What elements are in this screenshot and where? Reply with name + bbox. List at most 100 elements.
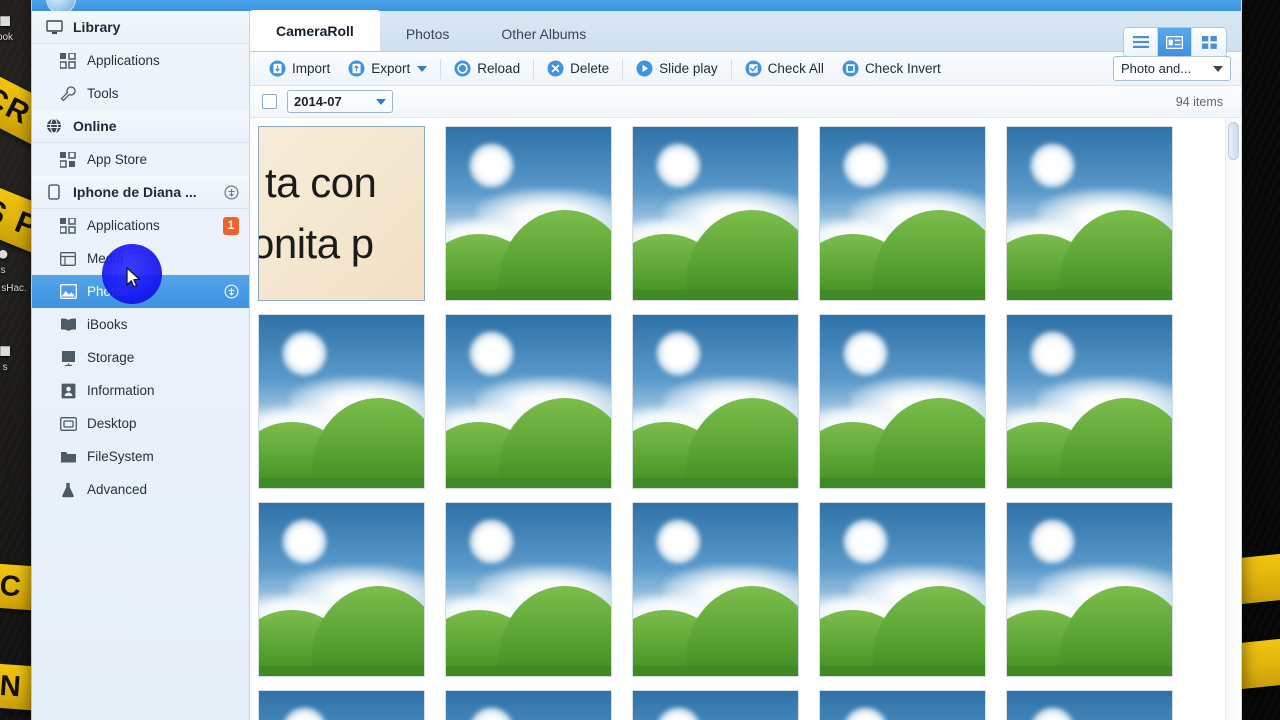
sidebar-group-online[interactable]: Online	[32, 110, 249, 143]
sun-shape	[843, 518, 888, 564]
photo-thumbnail[interactable]: ta con onita p	[258, 126, 425, 301]
check-invert-button[interactable]: Check Invert	[833, 56, 950, 82]
browser-icon: ●	[0, 243, 10, 265]
photo-thumbnail[interactable]	[819, 126, 986, 301]
sidebar-item-label: FileSystem	[87, 449, 154, 464]
sidebar-item-media[interactable]: Media	[32, 242, 249, 275]
photo-placeholder-image	[259, 691, 424, 720]
tab-cameraroll[interactable]: CameraRoll	[250, 10, 380, 51]
photo-placeholder-image	[446, 503, 611, 676]
sun-shape	[469, 142, 514, 188]
window-body: Library Applications Tools Online App St…	[32, 10, 1241, 720]
sidebar-item-photos[interactable]: Photos	[32, 275, 249, 308]
photos-icon	[58, 283, 78, 301]
import-button[interactable]: Import	[260, 56, 339, 82]
tab-other-albums[interactable]: Other Albums	[475, 16, 612, 51]
sidebar-item-advanced[interactable]: Advanced	[32, 473, 249, 506]
sync-icon[interactable]	[224, 284, 239, 299]
photo-placeholder-image	[446, 127, 611, 300]
check-all-button[interactable]: Check All	[736, 56, 833, 82]
photo-placeholder-image	[259, 503, 424, 676]
photo-thumbnail[interactable]	[445, 126, 612, 301]
vertical-scrollbar[interactable]	[1225, 118, 1241, 720]
photo-thumbnail[interactable]	[1006, 690, 1173, 720]
sidebar-item-ibooks[interactable]: iBooks	[32, 308, 249, 341]
photo-thumbnail[interactable]	[445, 690, 612, 720]
monitor-icon	[44, 18, 64, 36]
sidebar-item-desktop[interactable]: Desktop	[32, 407, 249, 440]
photo-thumbnail[interactable]	[632, 314, 799, 489]
photo-thumbnail[interactable]	[445, 502, 612, 677]
toolbar-divider	[440, 58, 442, 79]
play-icon	[636, 60, 653, 77]
sidebar-item-storage[interactable]: Storage	[32, 341, 249, 374]
toolbar-divider	[622, 58, 624, 79]
sidebar-item-label: Storage	[87, 350, 135, 365]
photo-thumbnail[interactable]	[258, 690, 425, 720]
file-icon: ■	[0, 340, 12, 362]
check-invert-label: Check Invert	[864, 61, 941, 76]
media-type-filter-select[interactable]: Photo and...	[1113, 56, 1231, 81]
sun-shape	[843, 706, 888, 720]
file-icon: ■	[0, 10, 12, 32]
sidebar-item-applications-device[interactable]: Applications 1	[32, 209, 249, 242]
sidebar-item-app-store[interactable]: App Store	[32, 143, 249, 176]
photo-thumbnail[interactable]	[632, 502, 799, 677]
sidebar-item-applications-library[interactable]: Applications	[32, 44, 249, 77]
export-button[interactable]: Export	[339, 56, 436, 82]
tab-strip: CameraRoll Photos Other Albums	[250, 10, 1241, 57]
date-filter-select[interactable]: 2014-07	[287, 90, 393, 113]
sidebar-item-information[interactable]: Information	[32, 374, 249, 407]
chevron-down-icon[interactable]	[417, 65, 428, 72]
sun-shape	[469, 330, 514, 376]
sun-shape	[656, 518, 701, 564]
detail-view-button[interactable]	[1158, 28, 1192, 56]
sidebar-group-device[interactable]: Iphone de Diana ...	[32, 176, 249, 209]
reload-label: Reload	[477, 61, 521, 76]
photo-placeholder-image	[633, 127, 798, 300]
folder-icon	[58, 448, 78, 466]
slide-play-button[interactable]: Slide play	[627, 56, 727, 82]
list-view-button[interactable]	[1124, 28, 1158, 56]
sync-icon[interactable]	[224, 184, 239, 200]
storage-icon	[58, 349, 78, 367]
select-all-checkbox[interactable]	[262, 94, 277, 109]
sun-shape	[1030, 706, 1075, 720]
scrollbar-thumb[interactable]	[1228, 122, 1239, 160]
desktop-shortcut[interactable]: ● s	[0, 243, 30, 276]
reload-button[interactable]: Reload	[445, 56, 529, 82]
sidebar-group-library[interactable]: Library	[32, 11, 249, 44]
photo-thumbnail[interactable]	[819, 502, 986, 677]
photo-text-content: ta con onita p	[259, 127, 424, 300]
tab-photos[interactable]: Photos	[380, 16, 476, 51]
delete-button[interactable]: Delete	[538, 56, 618, 82]
sidebar-item-tools[interactable]: Tools	[32, 77, 249, 110]
globe-icon	[44, 117, 64, 135]
sidebar-item-filesystem[interactable]: FileSystem	[32, 440, 249, 473]
photo-placeholder-image	[820, 503, 985, 676]
photo-thumbnail[interactable]	[258, 502, 425, 677]
sun-shape	[843, 330, 888, 376]
base-shape	[820, 665, 985, 676]
photo-thumbnail[interactable]	[1006, 126, 1173, 301]
photo-thumbnail[interactable]	[258, 314, 425, 489]
photo-text-line: onita p	[259, 219, 374, 267]
sidebar-item-label: Photos	[87, 284, 130, 299]
photo-thumbnail[interactable]	[632, 690, 799, 720]
photo-thumbnail[interactable]	[445, 314, 612, 489]
photo-thumbnail[interactable]	[819, 314, 986, 489]
photo-thumbnail[interactable]	[632, 126, 799, 301]
desktop-shortcut[interactable]: ■ ook	[0, 10, 32, 43]
tile-view-button[interactable]	[1192, 28, 1226, 56]
export-icon	[348, 60, 365, 77]
photo-thumbnail[interactable]	[1006, 314, 1173, 489]
photo-placeholder-image	[1007, 503, 1172, 676]
chevron-down-icon	[1213, 65, 1223, 72]
delete-label: Delete	[570, 61, 610, 76]
sun-shape	[469, 706, 514, 720]
desktop-shortcut[interactable]: ■ s	[0, 340, 32, 373]
check-invert-icon	[842, 60, 859, 77]
base-shape	[446, 289, 611, 300]
photo-thumbnail[interactable]	[819, 690, 986, 720]
photo-thumbnail[interactable]	[1006, 502, 1173, 677]
